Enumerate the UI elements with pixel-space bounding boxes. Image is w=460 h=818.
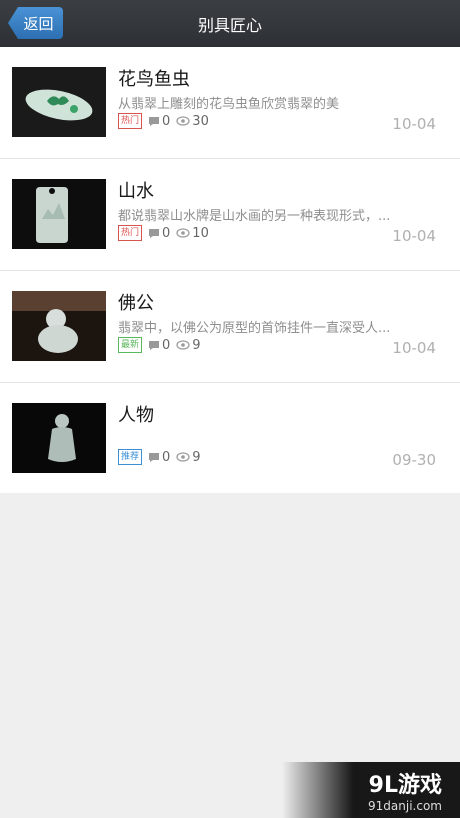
item-summary: 从翡翠上雕刻的花鸟虫鱼欣赏翡翠的美	[118, 97, 340, 112]
item-date: 10-04	[392, 227, 436, 245]
list-item-landscape[interactable]: 山水 都说翡翠山水牌是山水画的另一种表现形式，... 热门 0 10 10-04	[0, 159, 460, 271]
comment-icon	[149, 228, 160, 238]
eye-icon	[176, 340, 190, 350]
comment-count: 0	[162, 449, 171, 465]
item-title: 人物	[118, 405, 154, 426]
item-thumbnail	[12, 179, 106, 249]
watermark-url: 91danji.com	[368, 799, 442, 813]
list-item-buddha[interactable]: 佛公 翡翠中，以佛公为原型的首饰挂件一直深受人... 最新 0 9 10-04	[0, 271, 460, 383]
list-item-flowers-birds[interactable]: 花鸟鱼虫 从翡翠上雕刻的花鸟虫鱼欣赏翡翠的美 热门 0 30 10-04	[0, 47, 460, 159]
item-title: 花鸟鱼虫	[118, 69, 190, 90]
item-meta: 热门 0 10	[118, 225, 209, 241]
article-list: 花鸟鱼虫 从翡翠上雕刻的花鸟虫鱼欣赏翡翠的美 热门 0 30 10-04 山水	[0, 47, 460, 493]
item-date: 10-04	[392, 339, 436, 357]
page-title: 别具匠心	[197, 15, 262, 35]
watermark-logo: 9L游戏	[368, 773, 442, 798]
comment-icon	[149, 452, 160, 462]
view-count: 30	[192, 113, 209, 129]
item-thumbnail	[12, 291, 106, 361]
comment-count: 0	[162, 225, 171, 241]
view-count: 9	[192, 337, 201, 353]
comment-count: 0	[162, 113, 171, 129]
back-button[interactable]: 返回	[8, 7, 63, 39]
item-date: 10-04	[392, 115, 436, 133]
hot-badge: 热门	[118, 225, 143, 241]
item-meta: 最新 0 9	[118, 337, 201, 353]
eye-icon	[176, 228, 190, 238]
new-badge: 最新	[118, 337, 143, 353]
view-count: 9	[192, 449, 201, 465]
comment-count: 0	[162, 337, 171, 353]
eye-icon	[176, 116, 190, 126]
comment-icon	[149, 116, 160, 126]
nav-bar: 返回 别具匠心	[0, 0, 460, 47]
item-summary: 都说翡翠山水牌是山水画的另一种表现形式，...	[118, 209, 391, 224]
list-item-figure[interactable]: 人物 推荐 0 9 09-30	[0, 383, 460, 493]
item-date: 09-30	[392, 451, 436, 469]
hot-badge: 热门	[118, 113, 143, 129]
item-title: 佛公	[118, 293, 154, 314]
item-meta: 热门 0 30	[118, 113, 209, 129]
item-summary: 翡翠中，以佛公为原型的首饰挂件一直深受人...	[118, 321, 391, 336]
item-meta: 推荐 0 9	[118, 449, 201, 465]
view-count: 10	[192, 225, 209, 241]
comment-icon	[149, 340, 160, 350]
item-title: 山水	[118, 181, 154, 202]
item-thumbnail	[12, 403, 106, 473]
recommend-badge: 推荐	[118, 449, 143, 465]
eye-icon	[176, 452, 190, 462]
site-watermark: 9L游戏 91danji.com	[282, 762, 460, 818]
item-thumbnail	[12, 67, 106, 137]
